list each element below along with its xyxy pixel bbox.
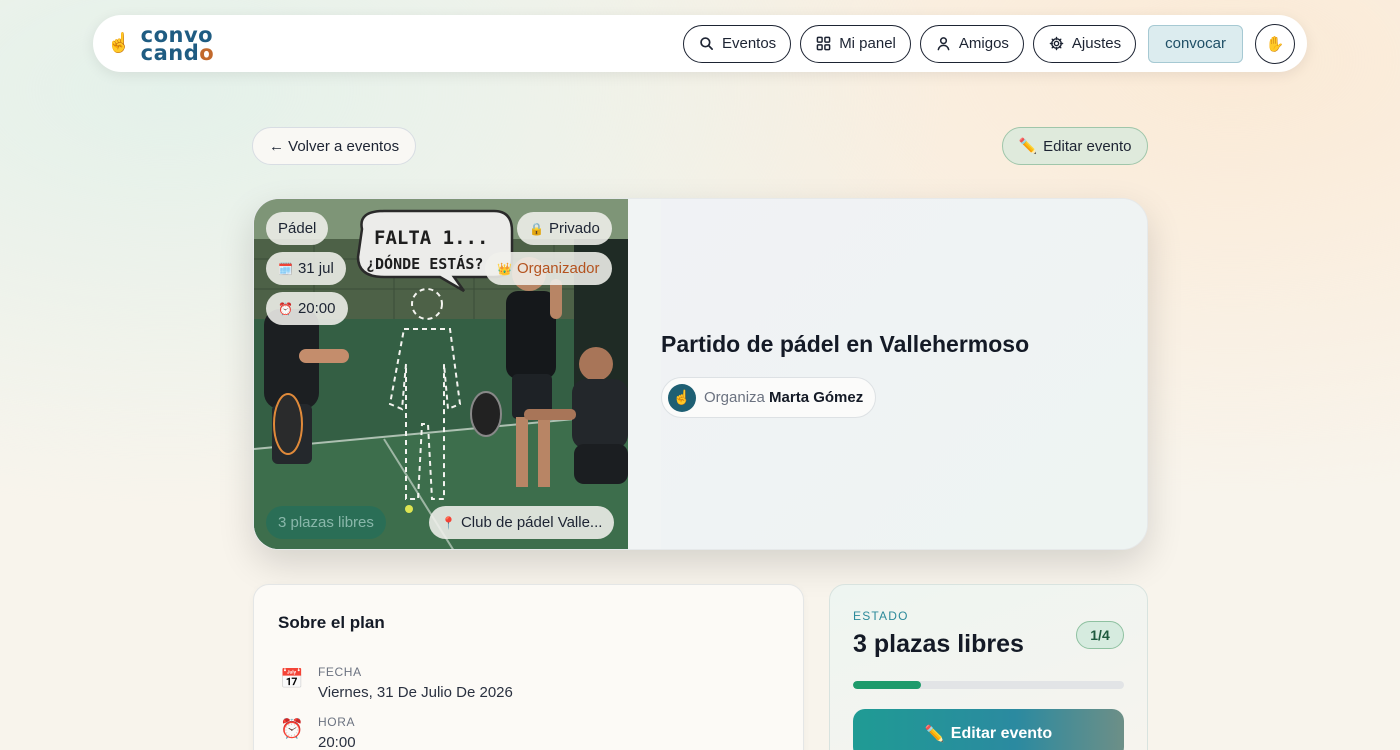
organizer-chip[interactable]: ☝️ Organiza Marta Gómez — [661, 377, 877, 418]
date-info-row: 📅 FECHA Viernes, 31 De Julio De 2026 — [280, 665, 513, 701]
sport-tag-label: Pádel — [278, 220, 317, 237]
logo[interactable]: ☝️ convo cando — [107, 24, 215, 65]
organizer-name: Marta Gómez — [769, 389, 864, 406]
user-avatar-button[interactable]: ✋ — [1255, 23, 1295, 64]
capacity-progress-bar — [853, 681, 1124, 689]
gear-icon — [1049, 36, 1064, 51]
organizer-avatar: ☝️ — [668, 383, 696, 412]
event-hero-content: Partido de pádel en Vallehermoso ☝️ Orga… — [661, 199, 1147, 549]
logo-text-bottom: cando — [140, 40, 215, 65]
back-to-events-button[interactable]: ← Volver a eventos — [252, 127, 417, 165]
pointing-hand-icon: ☝️ — [107, 33, 131, 54]
user-icon — [937, 37, 950, 51]
time-label: HORA — [318, 715, 356, 729]
status-value: 3 plazas libres — [853, 630, 1024, 658]
nav-mi-panel-label: Mi panel — [839, 35, 896, 52]
convocar-button[interactable]: convocar — [1148, 24, 1243, 63]
about-plan-title: Sobre el plan — [278, 613, 385, 632]
nav-eventos-button[interactable]: Eventos — [682, 24, 792, 63]
capacity-progress-fill — [853, 681, 921, 689]
time-tag: ⏰ 20:00 — [266, 292, 348, 325]
pencil-icon: ✏️ — [924, 726, 945, 743]
alarm-clock-icon: ⏰ — [280, 719, 304, 740]
alarm-clock-icon: ⏰ — [278, 301, 293, 316]
time-tag-label: 20:00 — [297, 300, 336, 317]
date-label: FECHA — [318, 665, 362, 679]
date-tag: 🗓️ 31 jul — [266, 252, 346, 285]
nav-amigos-button[interactable]: Amigos — [919, 24, 1024, 63]
date-tag-label: 31 jul — [297, 260, 334, 277]
nav-right: Eventos Mi panel Amigos Ajustes convocar… — [682, 23, 1295, 64]
about-plan-card: Sobre el plan 📅 FECHA Viernes, 31 De Jul… — [253, 584, 804, 750]
crown-icon: 👑 — [497, 261, 512, 276]
location-tag-label: Club de pádel Valle... — [460, 514, 603, 531]
privacy-tag-label: Privado — [548, 220, 600, 237]
calendar-icon: 🗓️ — [278, 261, 293, 276]
logo-text: convo cando — [140, 24, 215, 65]
logo-text-bottom-suffix: o — [199, 40, 215, 65]
free-spots-tag-label: 3 plazas libres — [278, 514, 374, 531]
calendar-icon: 📅 — [280, 669, 304, 690]
time-value: 20:00 — [318, 734, 356, 750]
status-card: ESTADO 3 plazas libres 1/4 ✏️ Editar eve… — [829, 584, 1148, 750]
organizer-prefix: Organiza — [704, 389, 765, 406]
image-caption-line1: FALTA 1... — [374, 227, 488, 249]
sport-tag: Pádel — [266, 212, 329, 245]
event-hero-card: FALTA 1... ¿DÓNDE ESTÁS? Pádel 🔒 Privado… — [253, 198, 1148, 550]
map-pin-icon: 📍 — [441, 515, 456, 530]
time-info-row: ⏰ HORA 20:00 — [280, 715, 356, 750]
status-edit-event-label: Editar evento — [950, 725, 1053, 742]
nav-amigos-label: Amigos — [958, 35, 1009, 52]
grid-icon — [816, 36, 831, 51]
date-value: Viernes, 31 De Julio De 2026 — [318, 684, 513, 701]
top-navbar: ☝️ convo cando Eventos Mi panel Amigos A… — [93, 15, 1307, 72]
nav-ajustes-label: Ajustes — [1071, 35, 1122, 52]
organizer-role-tag: 👑 Organizador — [485, 252, 612, 285]
nav-eventos-label: Eventos — [721, 35, 777, 52]
edit-event-button[interactable]: ✏️ Editar evento — [1002, 127, 1148, 165]
pencil-icon: ✏️ — [1018, 138, 1038, 155]
nav-ajustes-button[interactable]: Ajustes — [1032, 24, 1137, 63]
event-image: FALTA 1... ¿DÓNDE ESTÁS? Pádel 🔒 Privado… — [254, 199, 628, 549]
status-label: ESTADO — [853, 609, 909, 623]
search-icon — [700, 37, 713, 50]
location-tag[interactable]: 📍 Club de pádel Valle... — [429, 506, 615, 539]
organizer-role-label: Organizador — [516, 260, 600, 277]
organizer-text: Organiza Marta Gómez — [704, 389, 863, 406]
image-caption-line2: ¿DÓNDE ESTÁS? — [366, 254, 483, 273]
free-spots-tag: 3 plazas libres — [266, 506, 386, 539]
event-title: Partido de pádel en Vallehermoso — [661, 331, 1030, 357]
lock-icon: 🔒 — [529, 221, 544, 236]
pointing-hand-icon: ☝️ — [673, 389, 691, 405]
participants-count-badge: 1/4 — [1076, 621, 1124, 649]
privacy-tag: 🔒 Privado — [517, 212, 612, 245]
raised-hand-icon: ✋ — [1265, 35, 1285, 53]
status-edit-event-button[interactable]: ✏️ Editar evento — [853, 709, 1124, 750]
logo-text-bottom-prefix: cand — [140, 40, 200, 65]
edit-event-label: Editar evento — [1043, 137, 1132, 155]
nav-mi-panel-button[interactable]: Mi panel — [800, 24, 911, 63]
